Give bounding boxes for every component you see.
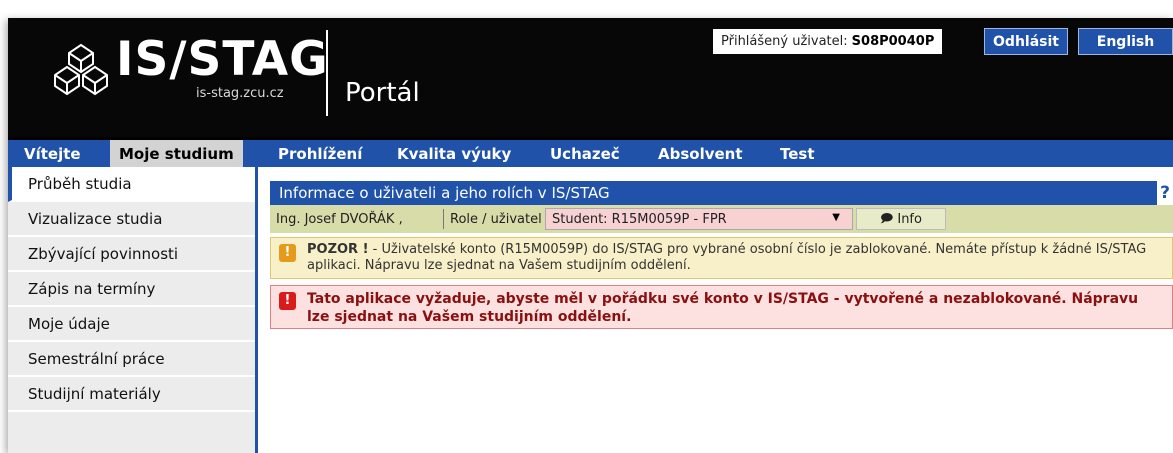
logged-user-box: Přihlášený uživatel: S08P0040P: [713, 29, 943, 54]
warning-message: ! POZOR ! - Uživatelské konto (R15M0059P…: [270, 237, 1173, 279]
info-button-label: Info: [897, 211, 922, 227]
sidebar-item-zapis-na-terminy[interactable]: Zápis na termíny: [8, 272, 255, 307]
header: IS/STAG is-stag.zcu.cz Portál Přihlášený…: [8, 18, 1173, 137]
warning-icon: !: [279, 244, 296, 262]
portal-window: IS/STAG is-stag.zcu.cz Portál Přihlášený…: [8, 18, 1173, 453]
tab-test[interactable]: Test: [780, 140, 815, 167]
sidebar: Průběh studia Vizualizace studia Zbývají…: [8, 167, 258, 453]
help-button[interactable]: ?: [1155, 181, 1173, 205]
role-select[interactable]: Student: R15M0059P - FPR ▼: [545, 208, 853, 230]
logo-separator: [326, 30, 328, 116]
warning-strong: POZOR !: [307, 242, 369, 257]
sidebar-item-moje-udaje[interactable]: Moje údaje: [8, 307, 255, 342]
warning-text: - Uživatelské konto (R15M0059P) do IS/ST…: [307, 242, 1147, 273]
panel-header: Informace o uživateli a jeho rolích v IS…: [270, 181, 1173, 205]
logged-user-id: S08P0040P: [851, 34, 935, 49]
error-icon: !: [279, 292, 296, 310]
logo-text: IS/STAG: [116, 32, 329, 87]
speech-bubble-icon: 🗩: [880, 210, 894, 225]
tab-uchazec[interactable]: Uchazeč: [550, 140, 620, 167]
error-message: ! Tato aplikace vyžaduje, abyste měl v p…: [270, 285, 1173, 329]
tab-moje-studium[interactable]: Moje studium: [110, 140, 243, 167]
sidebar-item-semestralni-prace[interactable]: Semestrální práce: [8, 342, 255, 377]
logo-domain: is-stag.zcu.cz: [196, 86, 284, 101]
building-logo-icon: [54, 43, 108, 96]
logged-user-label: Přihlášený uživatel:: [721, 34, 848, 49]
portal-title: Portál: [345, 78, 420, 108]
role-select-value: Student: R15M0059P - FPR: [552, 211, 727, 227]
role-label-text: Role / uživatel: [450, 211, 542, 227]
panel-title: Informace o uživateli a jeho rolích v IS…: [279, 184, 610, 202]
sidebar-item-studijni-materialy[interactable]: Studijní materiály: [8, 377, 255, 412]
user-name: Ing. Josef DVOŘÁK ,: [276, 211, 403, 227]
sidebar-item-prubeh-studia[interactable]: Průběh studia: [8, 167, 255, 202]
dropdown-caret-icon: ▼: [832, 212, 840, 223]
tab-kvalita-vyuky[interactable]: Kvalita výuky: [397, 140, 511, 167]
english-button[interactable]: English: [1078, 28, 1173, 55]
tab-absolvent[interactable]: Absolvent: [658, 140, 743, 167]
sidebar-item-vizualizace-studia[interactable]: Vizualizace studia: [8, 202, 255, 237]
role-divider: [443, 209, 444, 229]
info-button[interactable]: 🗩 Info: [856, 208, 946, 230]
sidebar-item-zbyvajici-povinnosti[interactable]: Zbývající povinnosti: [8, 237, 255, 272]
role-label: Role / uživatel: [435, 205, 542, 233]
role-bar: Ing. Josef DVOŘÁK , Role / uživatel Stud…: [270, 205, 1173, 233]
logout-button[interactable]: Odhlásit: [984, 28, 1068, 55]
main-nav: Vítejte Moje studium Prohlížení Kvalita …: [8, 137, 1173, 167]
tab-prohlizeni[interactable]: Prohlížení: [278, 140, 362, 167]
tab-vitejte[interactable]: Vítejte: [24, 140, 81, 167]
error-text: Tato aplikace vyžaduje, abyste měl v poř…: [307, 291, 1139, 325]
main-content: Informace o uživateli a jeho rolích v IS…: [270, 181, 1173, 329]
